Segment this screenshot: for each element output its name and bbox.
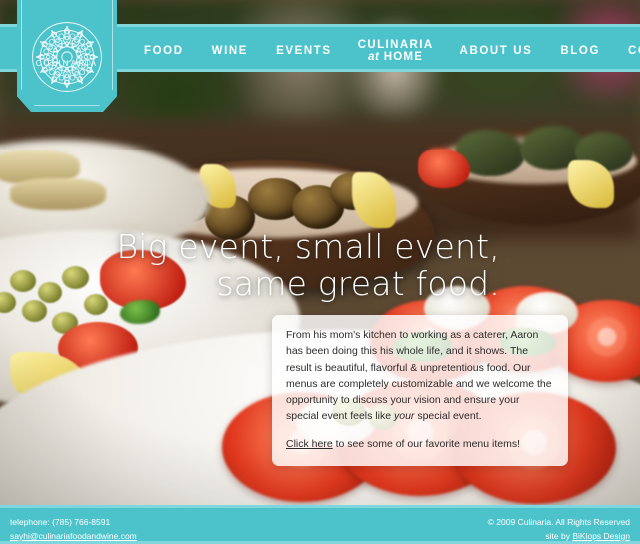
nav-links: FOOD WINE EVENTS CULINARIA at HOME ABOUT… [130,27,640,75]
nav-item-about-us[interactable]: ABOUT US [446,45,547,57]
food-tomato [418,148,470,188]
nav-item-culinaria-line1: CULINARIA [357,38,434,51]
nav-item-contact[interactable]: CONTACT [614,45,640,57]
nav-item-food[interactable]: FOOD [130,45,198,57]
nav-item-culinaria-at-home[interactable]: CULINARIA at HOME [346,39,446,63]
nav-item-blog[interactable]: BLOG [546,45,614,57]
footer-telephone: telephone: (785) 766-8591 [10,517,111,527]
site-footer: telephone: (785) 766-8591 sayhi@culinari… [0,505,640,544]
intro-text-panel: From his mom's kitchen to working as a c… [272,315,568,466]
intro-paragraph: From his mom's kitchen to working as a c… [286,327,554,425]
nav-item-events[interactable]: EVENTS [262,45,346,57]
footer-credits: © 2009 Culinaria. All Rights Reserved si… [488,515,630,543]
intro-paragraph-part2: special event. [414,410,482,423]
menu-cta: Click here to see some of our favorite m… [286,436,554,452]
footer-copyright: © 2009 Culinaria. All Rights Reserved [487,517,630,527]
logo-wordmark: CULINARIA [35,59,99,68]
footer-site-credit: site by BiKlops Design [488,529,630,543]
nav-item-wine[interactable]: WINE [198,45,262,57]
hero-headline-line1: Big event, small event, [116,227,500,266]
footer-email-link[interactable]: sayhi@culinariafoodandwine.com [10,531,137,541]
nav-item-home-word: HOME [383,51,424,63]
menu-cta-rest: to see some of our favorite menu items! [332,437,521,450]
food-olive [22,300,47,322]
nav-item-at-word: at [368,51,380,63]
click-here-link[interactable]: Click here [286,438,333,450]
food-stuffed-item [10,178,106,210]
logo-banner[interactable]: CULINARIA [17,0,117,112]
footer-credit-prefix: site by [545,531,573,542]
hero-headline: Big event, small event, same great food. [0,228,500,303]
hero-headline-line2: same great food. [216,264,500,304]
mandala-rosette-icon: CULINARIA [24,14,110,100]
footer-contact: telephone: (785) 766-8591 sayhi@culinari… [10,515,137,543]
nav-item-culinaria-line2: at HOME [358,51,434,63]
intro-paragraph-emphasis: your [393,410,415,423]
footer-designer-link[interactable]: BiKlops Design [572,531,630,541]
intro-paragraph-part1: From his mom's kitchen to working as a c… [286,329,552,423]
